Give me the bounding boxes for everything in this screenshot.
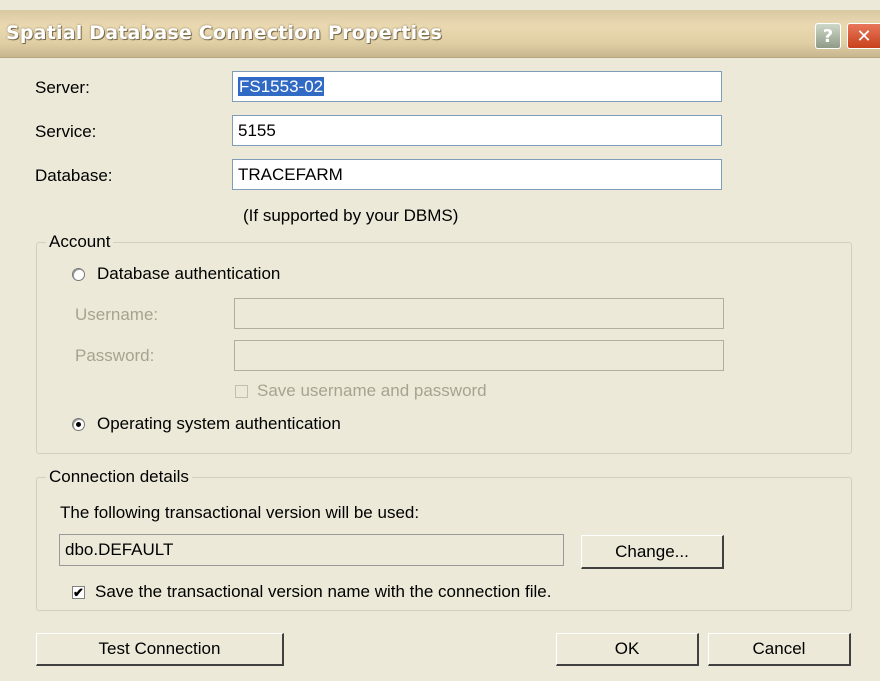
server-label: Server: <box>35 78 90 97</box>
ok-label: OK <box>614 639 640 658</box>
change-button[interactable]: Change... <box>581 535 724 569</box>
version-description: The following transactional version will… <box>60 503 420 522</box>
test-connection-button[interactable]: Test Connection <box>36 633 284 666</box>
title-bar[interactable]: Spatial Database Connection Properties ?… <box>0 10 880 58</box>
db-auth-radio[interactable] <box>72 268 85 281</box>
database-input[interactable]: TRACEFARM <box>232 159 722 190</box>
service-label: Service: <box>35 122 97 141</box>
password-label: Password: <box>75 346 155 365</box>
connection-legend: Connection details <box>46 467 192 487</box>
server-value: FS1553-02 <box>238 77 325 96</box>
db-auth-label[interactable]: Database authentication <box>97 264 280 284</box>
test-connection-label: Test Connection <box>98 639 221 658</box>
save-credentials-label[interactable]: Save username and password <box>257 381 487 401</box>
os-auth-label[interactable]: Operating system authentication <box>97 414 341 434</box>
help-button[interactable]: ? <box>815 23 841 49</box>
close-button[interactable]: ✕ <box>847 23 880 49</box>
service-input[interactable]: 5155 <box>232 115 722 146</box>
cancel-button[interactable]: Cancel <box>708 633 851 666</box>
server-input[interactable]: FS1553-02 <box>232 71 722 102</box>
help-icon: ? <box>822 25 834 47</box>
username-label: Username: <box>75 305 159 324</box>
window-title: Spatial Database Connection Properties <box>6 22 442 44</box>
username-input[interactable] <box>234 298 724 329</box>
database-value: TRACEFARM <box>238 165 343 184</box>
ok-button[interactable]: OK <box>556 633 699 666</box>
version-field: dbo.DEFAULT <box>59 534 564 566</box>
account-legend: Account <box>46 232 114 252</box>
version-value: dbo.DEFAULT <box>65 540 174 559</box>
checkmark-icon: ✔ <box>73 585 84 600</box>
database-hint: (If supported by your DBMS) <box>243 206 459 225</box>
close-icon: ✕ <box>856 25 872 47</box>
password-input[interactable] <box>234 340 724 371</box>
database-label: Database: <box>35 166 113 185</box>
save-credentials-checkbox[interactable] <box>235 385 248 398</box>
save-version-checkbox[interactable]: ✔ <box>72 586 85 599</box>
os-auth-radio[interactable] <box>72 418 85 431</box>
cancel-label: Cancel <box>752 639 806 658</box>
save-version-label[interactable]: Save the transactional version name with… <box>95 582 551 602</box>
change-button-label: Change... <box>615 541 689 561</box>
service-value: 5155 <box>238 121 276 140</box>
